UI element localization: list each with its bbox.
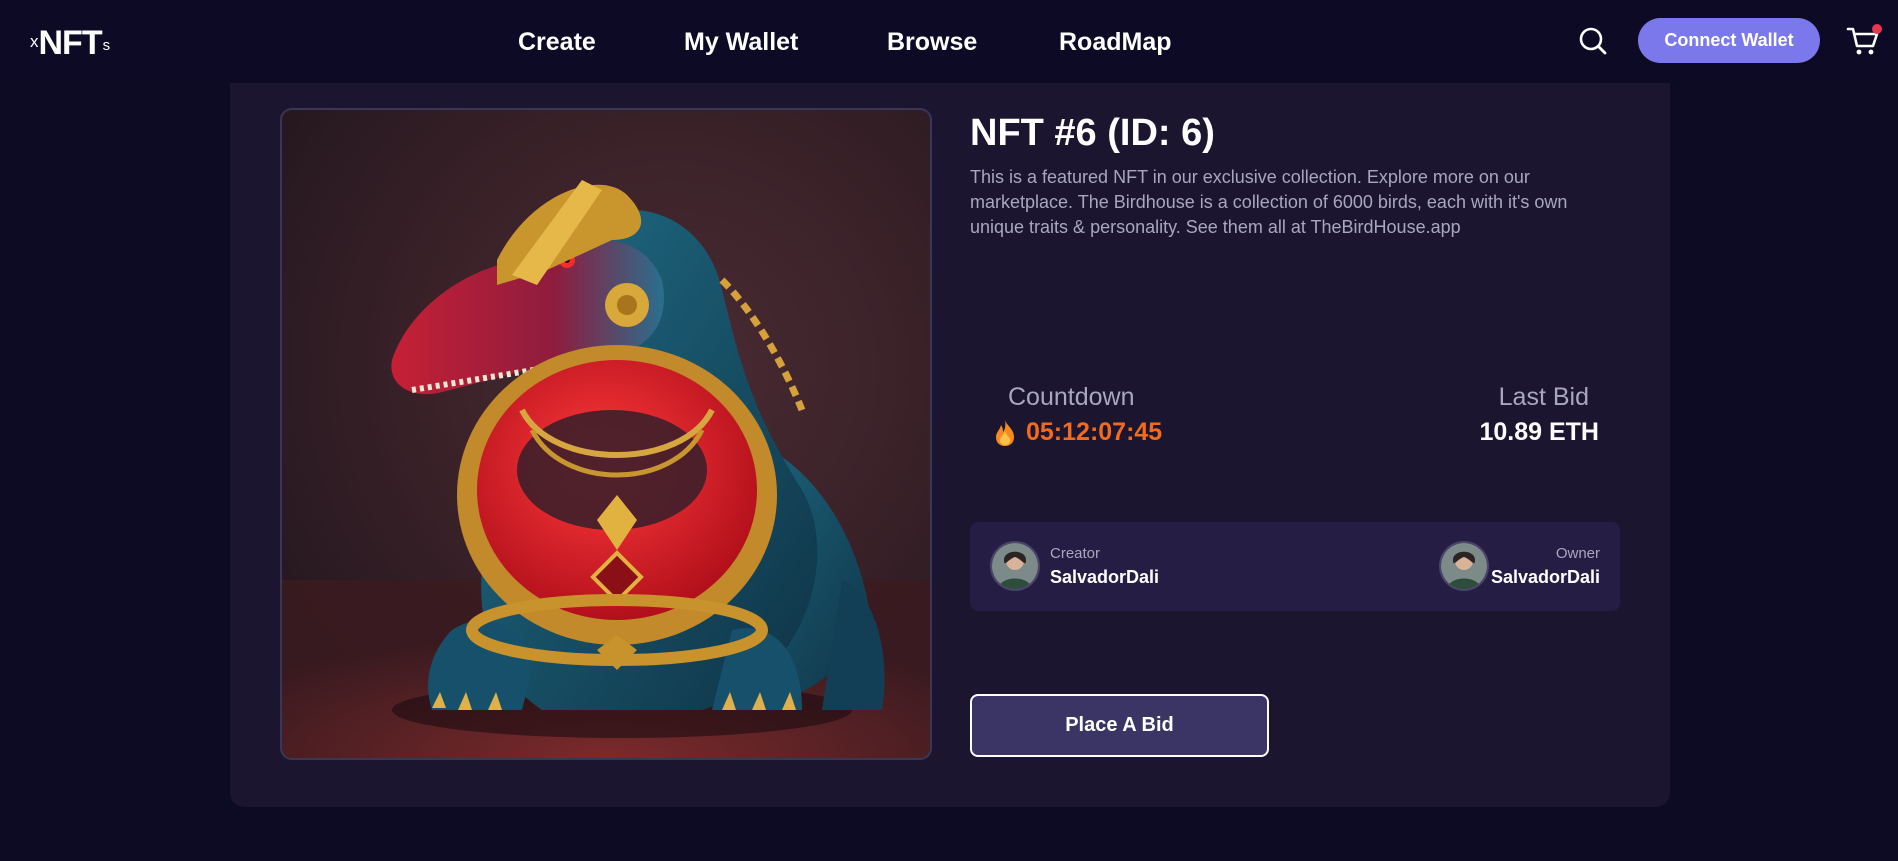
nav-my-wallet[interactable]: My Wallet bbox=[684, 24, 887, 60]
last-bid-label: Last Bid bbox=[1498, 383, 1589, 411]
nft-artwork-image bbox=[280, 108, 932, 760]
owner-name[interactable]: SalvadorDali bbox=[1491, 567, 1600, 588]
place-bid-button[interactable]: Place A Bid bbox=[970, 694, 1269, 757]
countdown-label: Countdown bbox=[1008, 383, 1135, 411]
nav-browse[interactable]: Browse bbox=[887, 24, 1059, 60]
owner-avatar[interactable] bbox=[1439, 541, 1489, 591]
creator-owner-panel: Creator SalvadorDali Owner SalvadorDali bbox=[970, 522, 1620, 611]
main-nav: Create My Wallet Browse RoadMap bbox=[518, 24, 1199, 60]
brand-logo[interactable]: x NFT s bbox=[30, 18, 110, 60]
nft-title: NFT #6 (ID: 6) bbox=[970, 112, 1215, 154]
countdown-timer: 05:12:07:45 bbox=[1026, 418, 1163, 446]
countdown-value-row: 05:12:07:45 bbox=[994, 418, 1162, 447]
nft-description: This is a featured NFT in our exclusive … bbox=[970, 167, 1568, 237]
dinosaur-artwork bbox=[282, 180, 930, 758]
last-bid-value: 10.89 ETH bbox=[1479, 418, 1599, 446]
search-icon[interactable] bbox=[1578, 26, 1608, 56]
creator-avatar[interactable] bbox=[990, 541, 1040, 591]
nav-create[interactable]: Create bbox=[518, 24, 684, 60]
creator-role-label: Creator bbox=[1050, 545, 1101, 562]
top-navbar: x NFT s Create My Wallet Browse RoadMap … bbox=[0, 0, 1898, 83]
creator-name[interactable]: SalvadorDali bbox=[1050, 567, 1159, 588]
connect-wallet-button[interactable]: Connect Wallet bbox=[1638, 18, 1820, 63]
logo-suffix: s bbox=[102, 37, 111, 54]
owner-role-label: Owner bbox=[1555, 545, 1600, 562]
nav-roadmap[interactable]: RoadMap bbox=[1059, 24, 1199, 60]
cart-notification-dot bbox=[1872, 24, 1882, 34]
fire-icon bbox=[996, 419, 1014, 446]
logo-main: NFT bbox=[38, 24, 103, 62]
logo-prefix: x bbox=[30, 32, 39, 51]
